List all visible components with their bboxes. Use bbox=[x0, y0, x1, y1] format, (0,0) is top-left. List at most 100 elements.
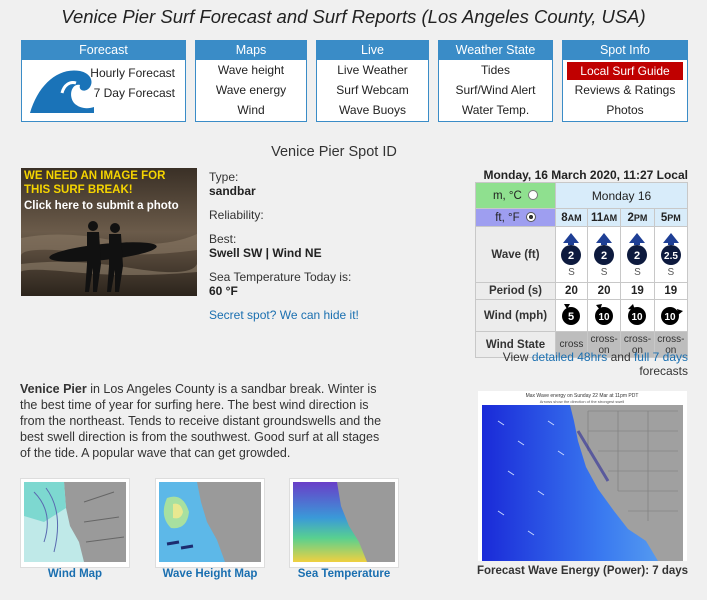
wave-arrow-icon: 2.5 bbox=[660, 233, 681, 265]
links-and: and bbox=[610, 350, 631, 364]
nav-reviews-ratings[interactable]: Reviews & Ratings bbox=[563, 80, 687, 100]
nav-wave-height[interactable]: Wave height bbox=[196, 60, 306, 80]
forecast-day: Monday 16 bbox=[555, 182, 688, 209]
wind-state-text: cross- bbox=[590, 333, 618, 345]
sea-temp-map-label[interactable]: Sea Temperature bbox=[298, 568, 390, 580]
radio-empty-icon bbox=[528, 189, 539, 200]
nav-spotinfo-header[interactable]: Spot Info bbox=[563, 41, 687, 60]
wave-arrow-icon: 2 bbox=[627, 233, 648, 265]
wind-map-icon bbox=[24, 482, 126, 562]
nav-photos[interactable]: Photos bbox=[563, 100, 687, 120]
wave-dir: S bbox=[568, 267, 575, 278]
sea-temp-map-icon bbox=[293, 482, 395, 562]
wave-dir: S bbox=[667, 267, 675, 278]
nav-surf-wind-alert[interactable]: Surf/Wind Alert bbox=[439, 80, 552, 100]
nav-local-surf-guide[interactable]: Local Surf Guide bbox=[567, 62, 683, 80]
description-spot-name: Venice Pier bbox=[20, 382, 87, 396]
wave-energy-map-caption: Forecast Wave Energy (Power): 7 days bbox=[476, 565, 689, 577]
wave-height-value: 2.5 bbox=[664, 251, 678, 262]
nav-forecast-box: Forecast Hourly Forecast 7 Day Forecast bbox=[21, 40, 186, 122]
wave-cell: 2 S bbox=[555, 226, 588, 283]
image-text-line3[interactable]: Click here to submit a photo bbox=[24, 200, 179, 212]
forecast-table: m, °C Monday 16 ft, °F 8AM 11AM 2PM 5PM … bbox=[475, 182, 689, 358]
best-value-text: Swell SW | Wind NE bbox=[209, 246, 322, 260]
nav-live-weather[interactable]: Live Weather bbox=[317, 60, 428, 80]
unit-imperial-toggle[interactable]: ft, °F bbox=[475, 208, 556, 227]
sea-temp-label: Sea Temperature Today is: bbox=[209, 270, 352, 284]
wind-state-text: cross bbox=[559, 339, 584, 350]
nav-maps-header[interactable]: Maps bbox=[196, 41, 306, 60]
nav-forecast-header[interactable]: Forecast bbox=[22, 41, 185, 60]
time-ampm: AM bbox=[567, 212, 582, 223]
time-ampm: PM bbox=[633, 212, 648, 223]
wave-height-map-icon bbox=[159, 482, 261, 562]
spot-id-heading: Venice Pier Spot ID bbox=[271, 144, 397, 160]
type-value: sandbar bbox=[209, 184, 256, 198]
wind-arrow-icon: 10 bbox=[660, 307, 683, 325]
unit-metric-label: m, °C bbox=[492, 189, 522, 202]
submit-photo-image[interactable]: WE NEED AN IMAGE FOR THIS SURF BREAK! Cl… bbox=[21, 168, 197, 296]
wave-energy-map[interactable]: Max Wave energy on Sunday 22 Mar at 11pm… bbox=[478, 391, 687, 561]
wind-map-thumbnail[interactable] bbox=[20, 478, 130, 568]
wave-height-map-link[interactable]: Wave Height Map bbox=[155, 568, 265, 580]
best-label: Best: bbox=[209, 232, 237, 246]
wave-height-map-label[interactable]: Wave Height Map bbox=[163, 568, 258, 580]
sea-temp-value: 60 °F bbox=[209, 284, 238, 298]
wave-cell: 2 S bbox=[586, 226, 622, 283]
wind-cell: 10 bbox=[620, 299, 655, 332]
nav-maps-box: Maps Wave height Wave energy Wind bbox=[195, 40, 307, 122]
time-ampm: PM bbox=[667, 212, 681, 223]
wave-height-value: 2 bbox=[568, 250, 574, 262]
best-value: Swell SW | Wind NE bbox=[209, 246, 322, 260]
sea-temp-value-text: 60 °F bbox=[209, 284, 238, 298]
sea-temp-map-link[interactable]: Sea Temperature bbox=[289, 568, 399, 580]
time-col-1: 8AM bbox=[555, 208, 588, 227]
secret-spot-link[interactable]: Secret spot? We can hide it! bbox=[209, 308, 359, 322]
big-map-subtitle: Arrows show the direction of the stronge… bbox=[540, 399, 625, 404]
wave-cell: 2 S bbox=[620, 226, 655, 283]
nav-wave-energy[interactable]: Wave energy bbox=[196, 80, 306, 100]
page-title: Venice Pier Surf Forecast and Surf Repor… bbox=[61, 6, 646, 27]
wave-logo-icon bbox=[30, 70, 94, 113]
period-cell: 19 bbox=[653, 282, 689, 300]
type-label: Type: bbox=[209, 170, 239, 184]
wind-speed-value: 10 bbox=[632, 312, 644, 323]
wind-speed-value: 5 bbox=[568, 311, 574, 323]
unit-metric-toggle[interactable]: m, °C bbox=[475, 182, 556, 209]
wave-dir: S bbox=[634, 267, 641, 278]
wave-row-label: Wave (ft) bbox=[475, 226, 556, 283]
wind-speed-value: 10 bbox=[599, 312, 611, 323]
spot-description: Venice Pier in Los Angeles County is a s… bbox=[20, 381, 388, 461]
image-text-line2: THIS SURF BREAK! bbox=[24, 184, 133, 196]
wind-map-label[interactable]: Wind Map bbox=[48, 568, 102, 580]
nav-surf-webcam[interactable]: Surf Webcam bbox=[317, 80, 428, 100]
wind-cell: 10 bbox=[586, 299, 622, 332]
time-col-2: 11AM bbox=[586, 208, 622, 227]
image-text-line1: WE NEED AN IMAGE FOR bbox=[24, 170, 166, 182]
time-ampm: AM bbox=[603, 212, 618, 223]
sea-temp-map-thumbnail[interactable] bbox=[289, 478, 399, 568]
nav-weather-box: Weather State Tides Surf/Wind Alert Wate… bbox=[438, 40, 553, 122]
wave-energy-map-image: Max Wave energy on Sunday 22 Mar at 11pm… bbox=[478, 391, 687, 561]
full-7days-link[interactable]: full 7 days bbox=[634, 350, 688, 364]
wave-arrow-icon: 2 bbox=[561, 233, 582, 265]
nav-tides[interactable]: Tides bbox=[439, 60, 552, 80]
nav-weather-header[interactable]: Weather State bbox=[439, 41, 552, 60]
period-row-label: Period (s) bbox=[475, 282, 556, 300]
wave-arrow-icon: 2 bbox=[594, 233, 615, 265]
wave-height-map-thumbnail[interactable] bbox=[155, 478, 265, 568]
time-hour: 11 bbox=[590, 211, 604, 224]
unit-imperial-label: ft, °F bbox=[495, 211, 520, 224]
detailed-48hrs-link[interactable]: detailed 48hrs bbox=[532, 350, 607, 364]
wind-map-link[interactable]: Wind Map bbox=[20, 568, 130, 580]
wind-arrow-icon: 10 bbox=[595, 304, 614, 325]
forecast-links: View detailed 48hrs and full 7 days fore… bbox=[460, 350, 688, 378]
nav-wave-buoys[interactable]: Wave Buoys bbox=[317, 100, 428, 120]
nav-water-temp[interactable]: Water Temp. bbox=[439, 100, 552, 120]
wave-height-value: 2 bbox=[601, 250, 607, 262]
nav-live-header[interactable]: Live bbox=[317, 41, 428, 60]
wave-dir: S bbox=[600, 267, 608, 278]
wave-cell: 2.5 S bbox=[653, 226, 689, 283]
nav-spotinfo-box: Spot Info Local Surf Guide Reviews & Rat… bbox=[562, 40, 688, 122]
nav-wind[interactable]: Wind bbox=[196, 100, 306, 120]
